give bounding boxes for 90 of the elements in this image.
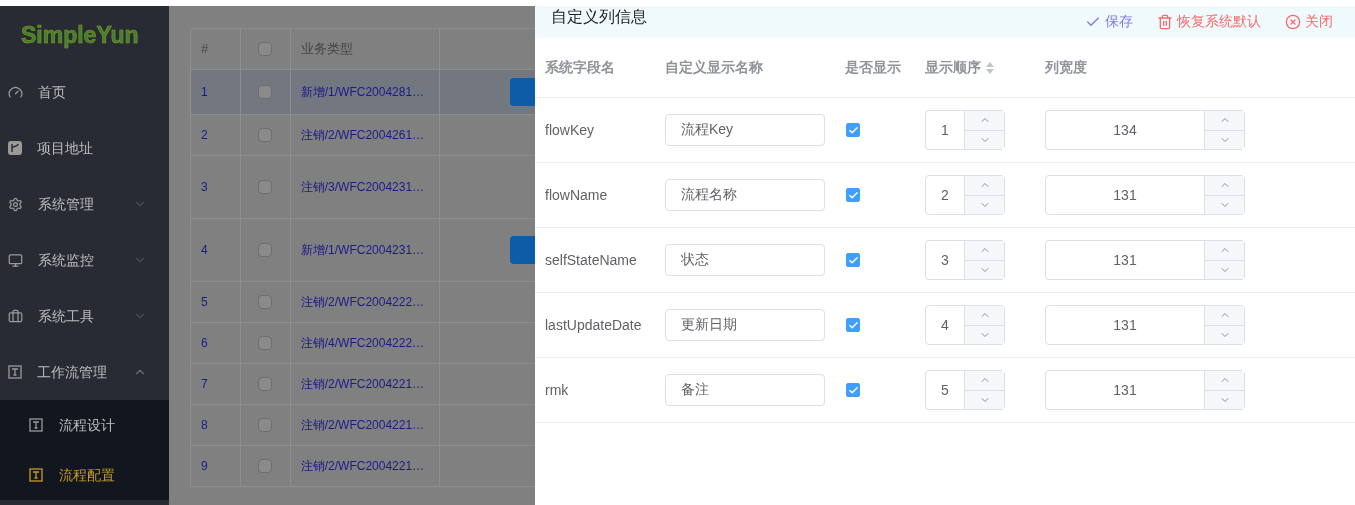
number-value: 131 [1112,250,1138,270]
checkbox[interactable] [258,128,273,142]
submenu-item[interactable]: 流程配置 [0,450,169,500]
number-input[interactable]: 1 [925,110,1005,150]
number-input[interactable]: 131 [1045,370,1245,410]
number-input[interactable]: 4 [925,305,1005,345]
checkbox[interactable] [258,180,273,194]
field-name: lastUpdateDate [545,317,642,333]
field-name: rmk [545,382,569,398]
column-header: 是否显示 [845,58,901,77]
checkbox[interactable] [258,42,273,56]
submenu-item[interactable]: 流程设计 [0,400,169,450]
menu-label: 系统管理 [38,194,95,214]
number-value: 1 [940,120,950,140]
checkbox[interactable] [258,295,273,309]
number-input[interactable]: 131 [1045,240,1245,280]
table-row[interactable]: 9 注销/2/WFC2004221… [191,446,535,487]
field-name: flowKey [545,122,595,138]
menu-label: 项目地址 [37,138,94,158]
checkbox[interactable] [258,418,273,432]
number-value: 131 [1112,185,1138,205]
number-input[interactable]: 131 [1045,305,1245,345]
git-branch-icon [8,141,22,155]
number-value: 131 [1112,315,1138,335]
column-header: 显示顺序 [925,58,981,77]
menu-label: 工作流管理 [37,362,108,382]
sort-icon [985,60,995,75]
checkbox[interactable] [846,123,860,137]
input-field[interactable]: 状态 [665,244,825,276]
checkbox[interactable] [258,459,273,473]
checkbox[interactable] [846,188,860,202]
menu-item[interactable]: 首页 [0,64,169,120]
input-field[interactable]: 流程名称 [665,179,825,211]
number-value: 134 [1112,120,1138,140]
number-input[interactable]: 2 [925,175,1005,215]
table-row[interactable]: 5 注销/2/WFC2004222… [191,282,535,323]
menu-item[interactable]: 系统管理 [0,176,169,232]
column-header: 自定义显示名称 [665,58,763,77]
gauge-icon [8,84,23,100]
number-value: 3 [940,250,950,270]
number-value: 131 [1112,380,1138,400]
toolbox-icon [8,308,23,324]
drawer-title: 自定义列信息 [551,7,648,27]
input-field[interactable]: 备注 [665,374,825,406]
checkbox[interactable] [258,85,273,99]
monitor-icon [8,252,23,268]
checkbox[interactable] [258,336,273,350]
field-name: flowName [545,187,608,203]
table-row[interactable]: 6 注销/4/WFC2004222… [191,323,535,364]
menu-item[interactable]: 项目地址 [0,120,169,176]
number-value: 4 [940,315,950,335]
column-header: 系统字段名 [545,58,615,77]
number-input[interactable]: 134 [1045,110,1245,150]
trash-icon [1157,13,1173,30]
t-box-icon [8,365,22,379]
menu-item[interactable]: 系统监控 [0,232,169,288]
number-value: 5 [940,380,950,400]
number-value: 2 [940,185,950,205]
table-row[interactable]: 3 注销/3/WFC2004231… [191,156,535,219]
table-row[interactable]: 7 注销/2/WFC2004221… [191,364,535,405]
field-name: selfStateName [545,252,637,268]
table-row[interactable]: 8 注销/2/WFC2004221… [191,405,535,446]
column-header: 列宽度 [1045,58,1087,77]
menu-label: 系统监控 [38,250,95,270]
t-box-icon [29,468,43,482]
menu-item[interactable]: 工作流管理 [0,344,169,400]
action-link[interactable]: 保存 [1085,11,1133,32]
input-field[interactable]: 流程Key [665,114,825,146]
submenu-label: 流程设计 [59,415,115,435]
table-cell: 注销/2/WFC2004221… [290,446,441,487]
t-box-icon [29,418,43,432]
input-field[interactable]: 更新日期 [665,309,825,341]
number-input[interactable]: 5 [925,370,1005,410]
menu-label: 系统工具 [38,306,95,326]
settings-icon [8,196,23,212]
checkbox[interactable] [846,253,860,267]
table-row[interactable]: 4 新增/1/WFC2004231… [191,219,535,282]
number-input[interactable]: 131 [1045,175,1245,215]
menu-item[interactable]: 系统工具 [0,288,169,344]
checkbox[interactable] [846,318,860,332]
logo: SimpleYun [21,20,139,50]
number-input[interactable]: 3 [925,240,1005,280]
menu-label: 首页 [38,82,67,102]
checkbox[interactable] [258,243,273,257]
checkbox[interactable] [846,383,860,397]
submenu-label: 流程配置 [59,465,115,485]
close-icon [1285,13,1301,30]
table-row[interactable]: 2 注销/2/WFC2004261… [191,115,535,156]
row-number: 9 [191,446,241,487]
checkbox[interactable] [258,377,273,391]
